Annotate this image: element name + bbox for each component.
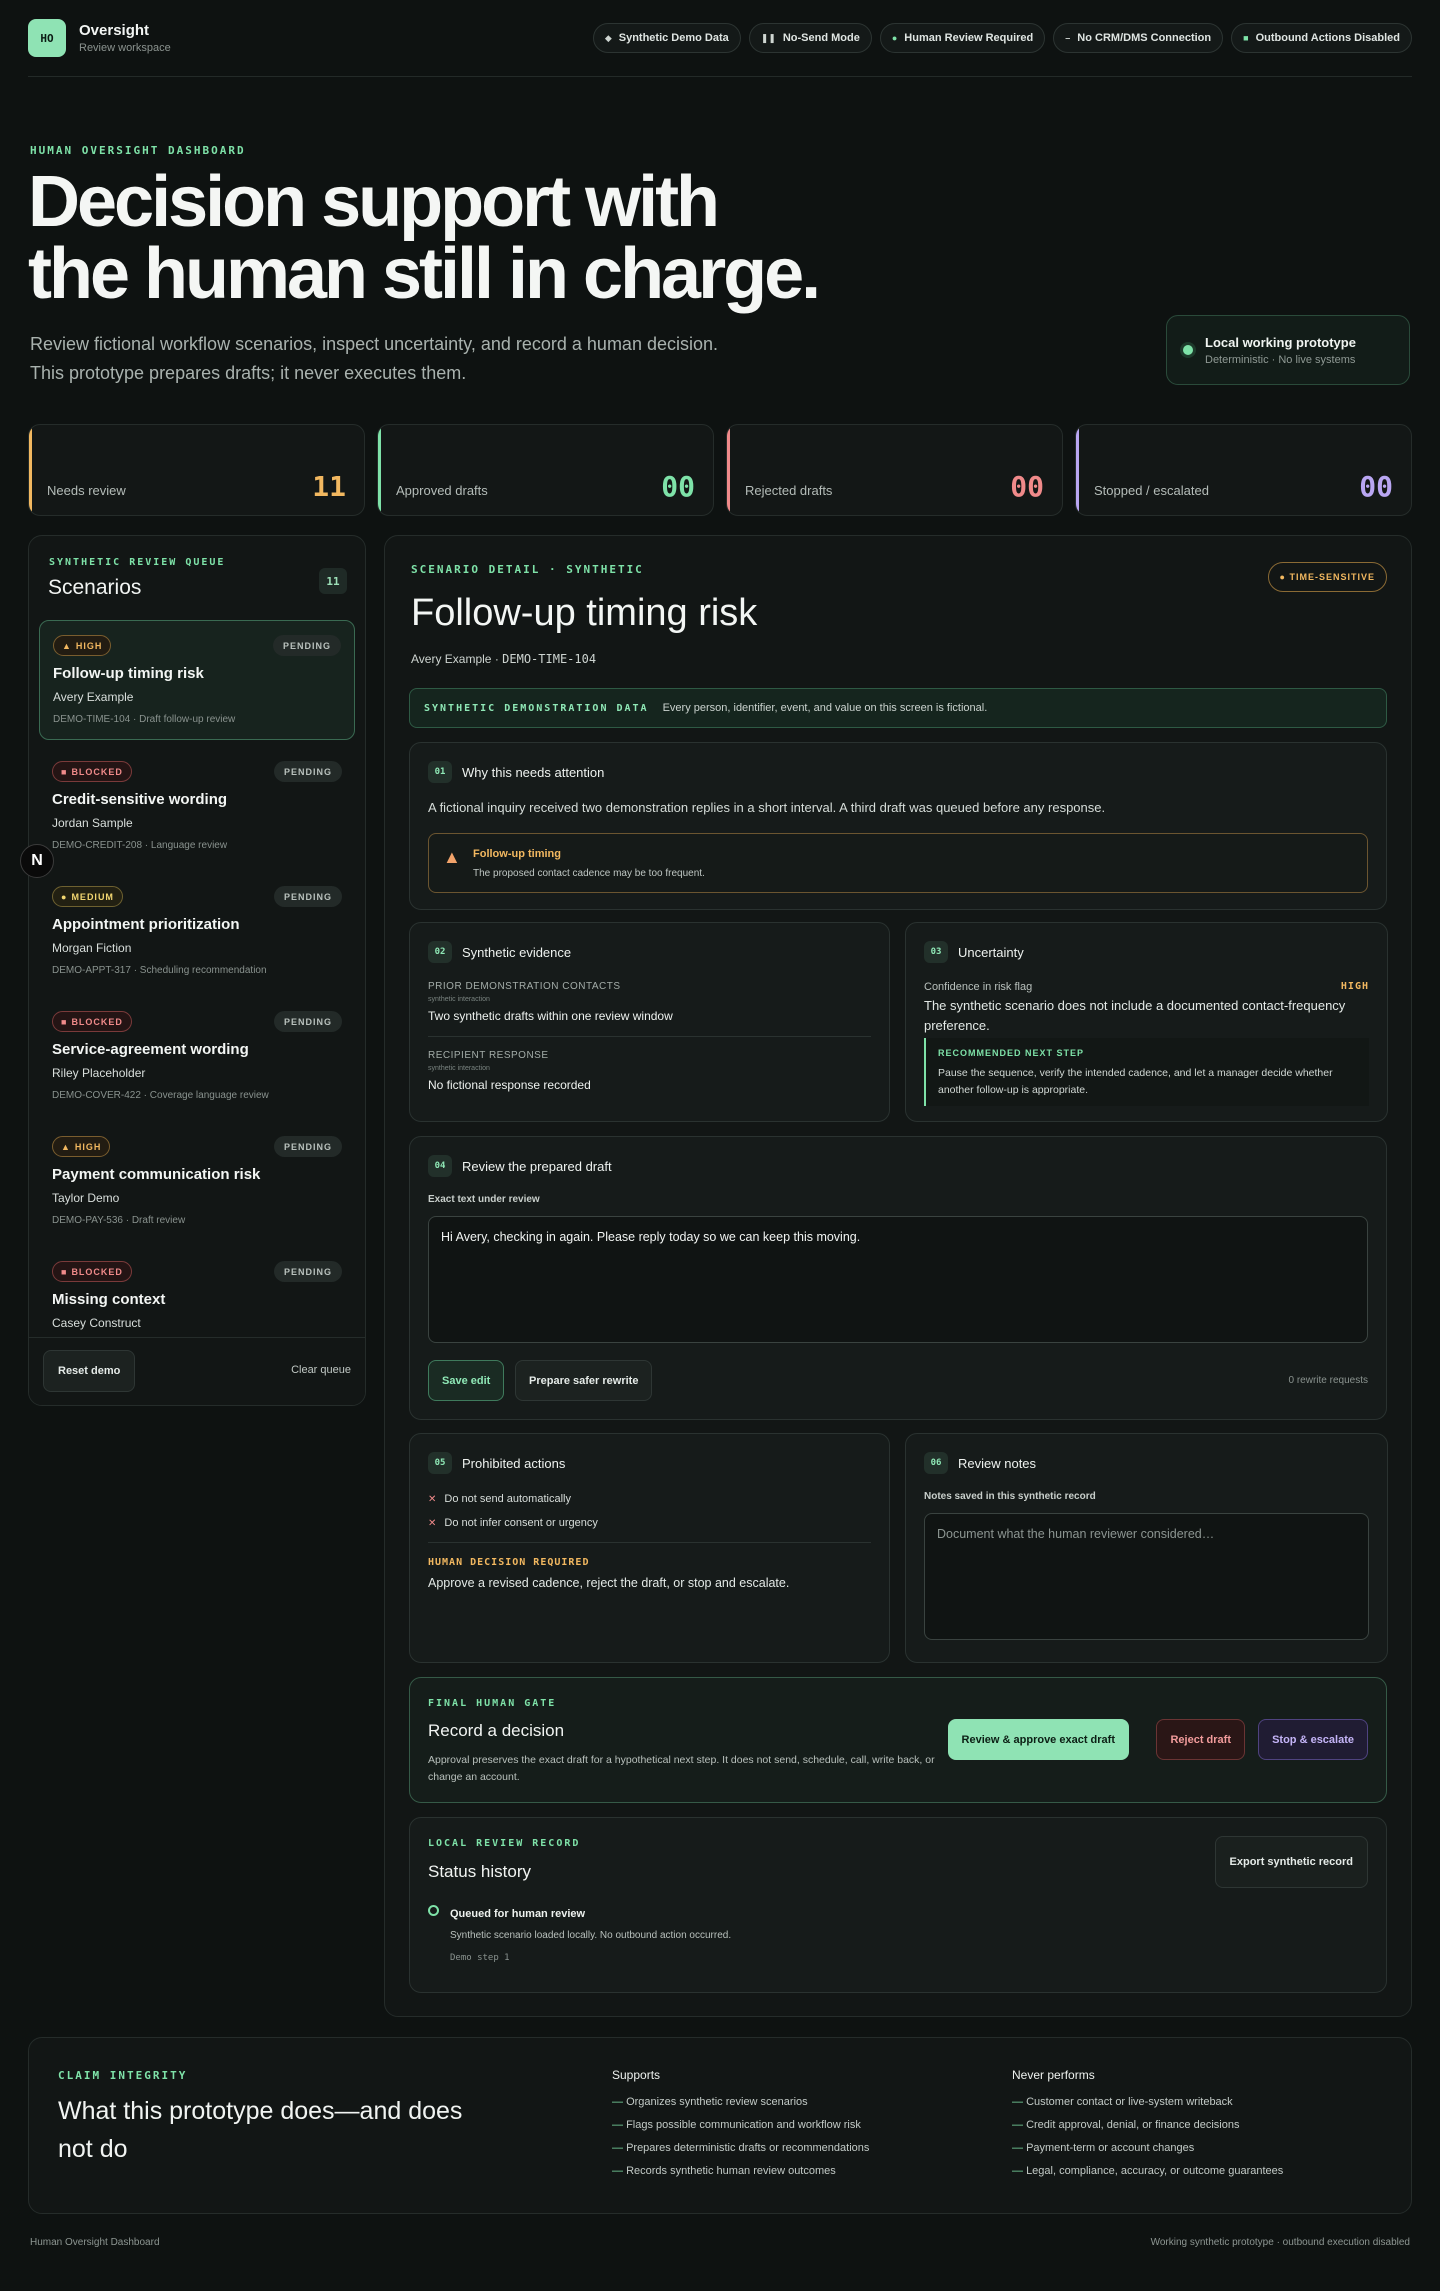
supports-list: Supports Organizes synthetic review scen… — [612, 2068, 869, 2188]
stat-needs-review: Needs review 11 — [28, 424, 365, 516]
hero-title: Decision support with the human still in… — [28, 162, 821, 314]
review-notes-textarea[interactable] — [924, 1513, 1369, 1640]
brand-subtitle: Review workspace — [79, 42, 171, 54]
export-record-button[interactable]: Export synthetic record — [1214, 1836, 1368, 1888]
queue-item[interactable]: ● MEDIUM PENDING Appointment prioritizati… — [39, 872, 355, 990]
step-number: 06 — [924, 1452, 948, 1474]
n-badge-button[interactable]: N — [20, 844, 54, 878]
stat-rejected: Rejected drafts 00 — [726, 424, 1063, 516]
draft-review-card: 04 Review the prepared draft Exact text u… — [409, 1136, 1387, 1420]
synthetic-data-banner: SYNTHETIC DEMONSTRATION DATA Every perso… — [409, 688, 1387, 728]
priority-badge: ▲ HIGH — [53, 635, 112, 656]
status-badge: PENDING — [273, 761, 342, 782]
local-review-record: LOCAL REVIEW RECORD Status history Expor… — [409, 1817, 1387, 1993]
diamond-icon: ◆ — [604, 32, 612, 43]
footer-right: Working synthetic prototype · outbound e… — [1150, 2237, 1410, 2248]
review-notes-card: 06 Review notes Notes saved in this synth… — [905, 1433, 1388, 1663]
safer-rewrite-button[interactable]: Prepare safer rewrite — [515, 1360, 653, 1401]
footer-left: Human Oversight Dashboard — [30, 2237, 160, 2248]
divider — [428, 1036, 871, 1037]
queue-eyebrow: SYNTHETIC REVIEW QUEUE — [49, 557, 226, 568]
queue-item[interactable]: ■ BLOCKED PENDING Service-agreement wordi… — [39, 997, 355, 1115]
logo[interactable]: HO — [28, 19, 66, 57]
scenario-title: Follow-up timing risk — [411, 592, 758, 634]
timeline-dot-icon — [428, 1905, 439, 1916]
uncertainty-card: 03 Uncertainty Confidence in risk flag HI… — [905, 922, 1388, 1122]
priority-badge: ■ BLOCKED — [52, 1261, 132, 1282]
step-number: 03 — [924, 941, 948, 963]
x-icon: ✕ — [428, 1517, 437, 1529]
history-entry-title: Queued for human review — [450, 1908, 586, 1920]
priority-badge: ■ BLOCKED — [52, 1011, 132, 1032]
pill-human-review: ● Human Review Required — [879, 23, 1046, 53]
brand-name: Oversight — [79, 22, 150, 39]
save-edit-button[interactable]: Save edit — [428, 1360, 505, 1401]
scenario-subtitle: Avery Example · DEMO-TIME-104 — [411, 652, 597, 666]
pill-no-crm: – No CRM/DMS Connection — [1053, 23, 1224, 53]
draft-textarea[interactable]: Hi Avery, checking in again. Please repl… — [428, 1216, 1368, 1343]
approve-draft-button[interactable]: Review & approve exact draft — [947, 1719, 1129, 1760]
square-icon: ■ — [1243, 33, 1249, 43]
rewrite-count: 0 rewrite requests — [1288, 1375, 1368, 1386]
priority-badge: ● MEDIUM — [52, 886, 123, 907]
prohibited-actions-card: 05 Prohibited actions ✕ Do not send automa… — [409, 1433, 890, 1663]
warning-icon: ▲ — [443, 847, 461, 867]
confidence-flag: HIGH — [1340, 981, 1369, 992]
dash-icon: – — [1065, 33, 1071, 43]
scenario-detail: SCENARIO DETAIL · SYNTHETIC ● TIME-SENSI… — [384, 535, 1412, 2017]
prohibited-item: ✕ Do not send automatically — [428, 1493, 571, 1505]
hero-subtitle: Review fictional workflow scenarios, ins… — [30, 334, 718, 383]
status-badge: PENDING — [273, 1011, 342, 1032]
prohibited-item: ✕ Do not infer consent or urgency — [428, 1517, 598, 1529]
clear-queue-button[interactable]: Clear queue — [291, 1364, 351, 1376]
never-performs-list: Never performs Customer contact or live-… — [1012, 2068, 1283, 2188]
queue-footer: Reset demo Clear queue — [29, 1337, 365, 1405]
pill-outbound-disabled: ■ Outbound Actions Disabled — [1231, 23, 1412, 53]
attention-card: 01 Why this needs attention A fictional i… — [409, 742, 1387, 910]
step-number: 04 — [428, 1155, 452, 1177]
recommended-next-step: RECOMMENDED NEXT STEP Pause the sequence… — [924, 1038, 1369, 1106]
status-badge: PENDING — [273, 1136, 342, 1157]
timing-alert: ▲ Follow-up timing The proposed contact … — [428, 833, 1368, 893]
queue-item[interactable]: ▲ HIGH PENDING Follow-up timing risk Aver… — [39, 620, 355, 740]
priority-badge: ▲ HIGH — [52, 1136, 111, 1157]
queue-item[interactable]: ■ BLOCKED PENDING Missing context Casey C… — [39, 1247, 355, 1339]
queue-item[interactable]: ■ BLOCKED PENDING Credit-sensitive wordin… — [39, 747, 355, 865]
stat-stopped: Stopped / escalated 00 — [1075, 424, 1412, 516]
queue-list[interactable]: ▲ HIGH PENDING Follow-up timing risk Aver… — [29, 620, 365, 1339]
status-badge: PENDING — [273, 1261, 342, 1282]
reject-draft-button[interactable]: Reject draft — [1156, 1719, 1245, 1760]
brand: Oversight Review workspace — [79, 22, 171, 54]
hero-eyebrow: HUMAN OVERSIGHT DASHBOARD — [30, 144, 246, 157]
pill-synthetic-data: ◆ Synthetic Demo Data — [592, 23, 741, 53]
queue-item[interactable]: ▲ HIGH PENDING Payment communication risk… — [39, 1122, 355, 1240]
status-dot-icon — [1183, 345, 1193, 355]
status-badge: PENDING — [272, 635, 341, 656]
evidence-card: 02 Synthetic evidence PRIOR DEMONSTRATION… — [409, 922, 890, 1122]
status-pills: ◆ Synthetic Demo Data ❚❚ No-Send Mode ● Hum… — [592, 23, 1412, 53]
prototype-status-card: Local working prototype Deterministic · … — [1166, 315, 1410, 385]
status-badge: PENDING — [273, 886, 342, 907]
reset-demo-button[interactable]: Reset demo — [43, 1350, 136, 1392]
claim-integrity: CLAIM INTEGRITY What this prototype does… — [28, 2037, 1412, 2214]
stop-escalate-button[interactable]: Stop & escalate — [1258, 1719, 1368, 1760]
top-bar: HO Oversight Review workspace ◆ Synthetic… — [28, 0, 1412, 77]
pause-icon: ❚❚ — [760, 32, 776, 43]
final-human-gate: FINAL HUMAN GATE Record a decision Appro… — [409, 1677, 1387, 1803]
priority-badge: ■ BLOCKED — [52, 761, 132, 782]
step-number: 02 — [428, 941, 452, 963]
x-icon: ✕ — [428, 1493, 437, 1505]
step-number: 05 — [428, 1452, 452, 1474]
queue-count: 11 — [319, 568, 347, 594]
divider — [428, 1542, 871, 1543]
time-sensitive-badge: ● TIME-SENSITIVE — [1267, 562, 1387, 592]
stat-approved: Approved drafts 00 — [377, 424, 714, 516]
detail-eyebrow: SCENARIO DETAIL · SYNTHETIC — [411, 563, 644, 576]
pill-no-send: ❚❚ No-Send Mode — [748, 23, 872, 53]
step-number: 01 — [428, 761, 452, 783]
queue-title: Scenarios — [48, 576, 142, 599]
green-dot-icon: ● — [891, 33, 898, 43]
review-queue: SYNTHETIC REVIEW QUEUE Scenarios 11 ▲ HIG… — [28, 535, 366, 1406]
